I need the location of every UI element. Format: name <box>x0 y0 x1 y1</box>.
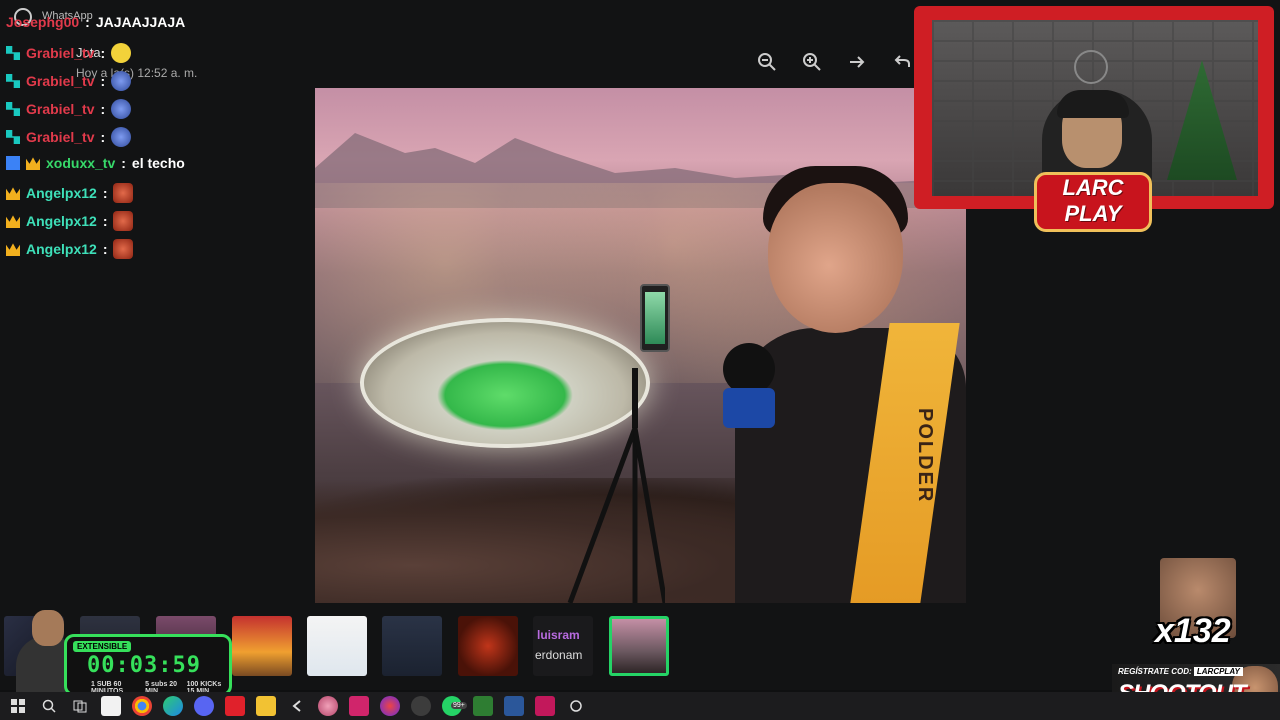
chat-username: Grabiel_tv <box>26 101 95 117</box>
ad-register-text: REGÍSTRATE COD: LARCPLAY <box>1118 667 1243 676</box>
chat-username: Angelpx12 <box>26 241 97 257</box>
chat-separator: : <box>102 241 108 257</box>
emote-icon <box>113 239 134 259</box>
multiplier-text: x132 <box>1155 612 1231 650</box>
main-photo[interactable]: POLDER <box>315 88 966 603</box>
reporter-face <box>768 183 903 333</box>
streamer-cap <box>1057 90 1129 118</box>
chat-separator: : <box>100 45 106 61</box>
crown-badge-icon <box>26 157 40 170</box>
forward-icon[interactable] <box>847 52 867 72</box>
zoom-in-icon[interactable] <box>802 52 822 72</box>
logo-line1: LARC <box>1062 175 1124 200</box>
app-refresh-icon[interactable] <box>566 696 586 716</box>
chat-username: Angelpx12 <box>26 185 97 201</box>
wall-logo-icon <box>1074 50 1108 84</box>
chat-separator: : <box>102 185 108 201</box>
emote-icon <box>113 183 134 203</box>
word-icon[interactable] <box>504 696 524 716</box>
chat-message: Josephg00 : JAJAAJJAJA <box>6 14 185 30</box>
chat-text: el techo <box>131 155 185 171</box>
thumbnail[interactable]: luisram erdonam <box>533 616 593 676</box>
emote-icon <box>111 127 132 147</box>
thumbnail-selected[interactable] <box>609 616 669 676</box>
emote-icon <box>111 71 132 91</box>
thumbnail[interactable] <box>232 616 292 676</box>
chat-message: Grabiel_tv : <box>6 71 132 91</box>
chat-message: Grabiel_tv : <box>6 127 132 147</box>
boost-badge-icon <box>6 156 20 170</box>
chat-username: Grabiel_tv <box>26 129 95 145</box>
tripod <box>567 368 665 603</box>
emote-icon <box>111 43 132 63</box>
chat-separator: : <box>100 129 106 145</box>
app-pink2-icon[interactable] <box>349 696 369 716</box>
sub-badge-icon <box>6 46 20 60</box>
sub-badge-icon <box>6 74 20 88</box>
thumbnail[interactable] <box>307 616 367 676</box>
obs-icon[interactable] <box>380 696 400 716</box>
reply-icon[interactable] <box>892 52 912 72</box>
timer-label: EXTENSIBLE <box>73 641 132 652</box>
whatsapp-taskbar-icon[interactable]: 99+ <box>442 696 467 716</box>
emote-icon <box>111 99 132 119</box>
logo-line2: PLAY <box>1064 201 1122 226</box>
webcam-feed <box>932 20 1258 196</box>
task-view-icon[interactable] <box>70 696 90 716</box>
whatsapp-badge: 99+ <box>451 702 467 709</box>
windows-taskbar: 99+ <box>0 692 1280 720</box>
sub-badge-icon <box>6 130 20 144</box>
zoom-out-icon[interactable] <box>757 52 777 72</box>
larc-play-logo: LARC PLAY <box>1034 172 1152 232</box>
chat-message: Angelpx12 : <box>6 239 134 259</box>
subathon-timer: EXTENSIBLE 00:03:59 1 SUB 60 MINUTOS 5 s… <box>64 634 232 696</box>
windows-start-icon[interactable] <box>8 696 28 716</box>
app-pink-icon[interactable] <box>318 696 338 716</box>
chat-message: Grabiel_tv : <box>6 99 132 119</box>
phone-on-tripod <box>640 284 670 352</box>
chat-separator: : <box>102 213 108 229</box>
chat-separator: : <box>121 155 126 171</box>
discord-icon[interactable] <box>194 696 214 716</box>
chat-separator: : <box>100 73 106 89</box>
calculator-icon[interactable] <box>473 696 493 716</box>
ad-code: LARCPLAY <box>1193 667 1243 676</box>
file-explorer-icon[interactable] <box>256 696 276 716</box>
chrome-icon[interactable] <box>132 696 152 716</box>
sash-text: POLDER <box>914 408 936 504</box>
thumbnail[interactable] <box>382 616 442 676</box>
app-pink3-icon[interactable] <box>535 696 555 716</box>
viewer-toolbar <box>757 52 912 72</box>
chat-username: Josephg00 <box>6 14 80 30</box>
chat-message: Grabiel_tv : <box>6 43 132 63</box>
ad-register-label: REGÍSTRATE COD: <box>1118 667 1192 676</box>
thumbnail-label: luisram <box>537 628 580 642</box>
chat-text: JAJAAJJAJA <box>95 14 186 30</box>
timer-value: 00:03:59 <box>87 653 201 678</box>
thumbnail[interactable] <box>458 616 518 676</box>
store-icon[interactable] <box>101 696 121 716</box>
capcut-icon[interactable] <box>287 696 307 716</box>
thumbnail-sublabel: erdonam <box>535 648 583 662</box>
crown-badge-icon <box>6 187 20 200</box>
chat-username: xoduxx_tv <box>46 155 116 171</box>
search-icon[interactable] <box>39 696 59 716</box>
chat-message: xoduxx_tv : el techo <box>6 155 185 171</box>
chat-separator: : <box>100 101 106 117</box>
sub-badge-icon <box>6 102 20 116</box>
crown-badge-icon <box>6 243 20 256</box>
app-circle-icon[interactable] <box>411 696 431 716</box>
chat-username: Angelpx12 <box>26 213 97 229</box>
crown-badge-icon <box>6 215 20 228</box>
chat-message: Angelpx12 : <box>6 211 134 231</box>
chat-username: Grabiel_tv <box>26 73 95 89</box>
chat-username: Grabiel_tv <box>26 45 95 61</box>
emote-icon <box>113 211 134 231</box>
chat-separator: : <box>85 14 90 30</box>
app-red-icon[interactable] <box>225 696 245 716</box>
microphone-flag <box>723 388 775 428</box>
chat-message: Angelpx12 : <box>6 183 134 203</box>
edge-icon[interactable] <box>163 696 183 716</box>
